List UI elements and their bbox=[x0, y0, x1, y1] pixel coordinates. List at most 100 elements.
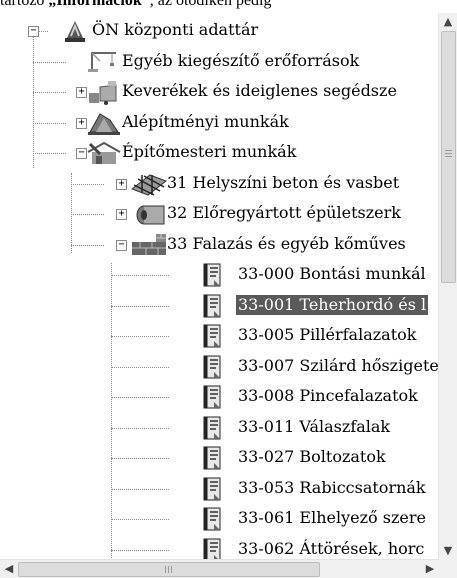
collapse-icon[interactable]: − bbox=[116, 239, 127, 251]
building-icon bbox=[86, 140, 122, 171]
chevron-up-icon: ▲ bbox=[443, 15, 453, 28]
tree-item[interactable]: 33-005 Pillérfalazatok bbox=[0, 321, 439, 351]
chevron-left-icon: ◀ bbox=[4, 562, 14, 575]
mixer-icon bbox=[86, 79, 120, 110]
document-icon bbox=[200, 262, 224, 293]
grip-line bbox=[445, 156, 452, 157]
doc-text-bold: „Információk” bbox=[48, 0, 150, 9]
scrollbar-corner bbox=[439, 560, 457, 578]
tree-item[interactable]: 33-061 Elhelyező szere bbox=[0, 504, 439, 534]
horizontal-scroll-thumb[interactable] bbox=[18, 562, 320, 577]
scroll-left-button[interactable]: ◀ bbox=[0, 560, 18, 578]
tree-item[interactable]: + Alépítményi munkák bbox=[0, 108, 439, 138]
tree-item[interactable]: − ÖN központi adattár bbox=[0, 16, 439, 46]
expand-icon[interactable]: + bbox=[116, 178, 127, 190]
tree-item[interactable]: Egyéb kiegészítő erőforrások bbox=[0, 47, 439, 77]
document-icon bbox=[200, 537, 224, 560]
tree-connector-line bbox=[71, 183, 104, 185]
tree-item[interactable]: 33-062 Áttörések, horc bbox=[0, 535, 439, 560]
collapse-icon[interactable]: − bbox=[28, 26, 39, 37]
vertical-scrollbar[interactable]: ▲ ▼ bbox=[438, 13, 457, 560]
document-icon bbox=[200, 445, 224, 476]
horizontal-scrollbar[interactable]: ◀ ▶ bbox=[0, 559, 439, 578]
tree-connector-line bbox=[33, 122, 66, 124]
grip-line bbox=[445, 153, 452, 154]
tree-item-label: 33-027 Boltozatok bbox=[238, 447, 386, 466]
tree-connector-line bbox=[111, 305, 169, 307]
doc-text-before: tartozó bbox=[0, 0, 49, 9]
scroll-up-button[interactable]: ▲ bbox=[439, 13, 457, 31]
tree-item-label: Alépítményi munkák bbox=[122, 111, 289, 131]
tree-connector-line bbox=[111, 519, 169, 520]
tree-connector-line bbox=[111, 397, 169, 398]
tree-connector-line bbox=[111, 366, 169, 368]
tree-item-label: 33 Falazás és egyéb kőműves bbox=[167, 233, 406, 253]
expand-icon[interactable]: + bbox=[116, 209, 127, 220]
tree-item[interactable]: 33-027 Boltozatok bbox=[0, 443, 439, 473]
tree-item-label: 33-053 Rabiccsatornák bbox=[238, 477, 426, 497]
grip-line bbox=[445, 150, 452, 151]
tree-item-label: 33-061 Elhelyező szere bbox=[238, 508, 426, 527]
tree-view[interactable]: − ÖN központi adattár Egyéb kiegészítő erő… bbox=[0, 13, 457, 578]
document-icon bbox=[200, 384, 224, 415]
tree-connector-line bbox=[111, 549, 169, 551]
tree-connector-line bbox=[33, 61, 66, 63]
document-icon bbox=[200, 476, 224, 507]
tree-item[interactable]: − Építőmesteri munkák bbox=[0, 138, 439, 168]
tree-item[interactable]: 33-001 Teherhordó és l bbox=[0, 291, 439, 321]
tree-connector-line bbox=[111, 488, 169, 490]
database-icon bbox=[62, 18, 88, 49]
tree-item-label: 33-062 Áttörések, horc bbox=[238, 538, 425, 558]
tree-connector-line bbox=[111, 427, 169, 429]
foundation-icon bbox=[86, 110, 122, 141]
scroll-right-button[interactable]: ▶ bbox=[421, 560, 439, 578]
tree-item[interactable]: + Keverékek és ideiglenes segédsze bbox=[0, 77, 439, 107]
tree-item[interactable]: 33-053 Rabiccsatornák bbox=[0, 474, 439, 504]
tree-content: − ÖN központi adattár Egyéb kiegészítő erő… bbox=[0, 13, 439, 560]
tree-item[interactable]: 33-007 Szilárd hőszigete bbox=[0, 352, 439, 382]
tree-item-label: ÖN központi adattár bbox=[92, 20, 259, 39]
tree-item-label: Keverékek és ideiglenes segédsze bbox=[122, 81, 397, 100]
document-icon bbox=[200, 354, 224, 385]
tree-item-label: 33-001 Teherhordó és l bbox=[236, 294, 429, 315]
tree-connector-line bbox=[111, 458, 169, 459]
precast-icon bbox=[130, 201, 168, 232]
chevron-down-icon: ▼ bbox=[443, 544, 453, 557]
tree-item[interactable]: +32 Előregyártott épületszerk bbox=[0, 199, 439, 229]
tree-item-label: Építőmesteri munkák bbox=[122, 142, 297, 161]
doc-text-after: , az ötödiken pedig bbox=[149, 0, 272, 9]
tree-item[interactable]: − 33 Falazás és egyéb kőműves bbox=[0, 230, 439, 260]
tree-connector-line bbox=[38, 31, 48, 32]
document-icon bbox=[200, 415, 224, 446]
tree-item[interactable]: 33-000 Bontási munkál bbox=[0, 260, 439, 290]
tree-item-label: 33-007 Szilárd hőszigete bbox=[238, 355, 439, 375]
tree-item-label: 33-011 Válaszfalak bbox=[238, 416, 391, 436]
tree-item-label: 33-008 Pincefalazatok bbox=[238, 386, 418, 405]
vertical-scroll-thumb[interactable] bbox=[441, 31, 456, 283]
tree-connector-line bbox=[33, 153, 66, 154]
tree-connector-line bbox=[71, 214, 104, 215]
grip-line bbox=[171, 566, 172, 573]
tree-connector-line bbox=[33, 92, 66, 93]
bricks-icon bbox=[130, 232, 168, 261]
scroll-down-button[interactable]: ▼ bbox=[439, 542, 457, 560]
tree-item-label: 33-000 Bontási munkál bbox=[238, 264, 426, 283]
document-icon bbox=[200, 323, 224, 354]
tree-item-label: 32 Előregyártott épületszerk bbox=[167, 203, 401, 222]
tree-item-label: 31 Helyszíni beton és vasbet bbox=[167, 172, 400, 192]
grip-line bbox=[168, 566, 169, 573]
rebar-icon bbox=[130, 171, 168, 202]
document-icon bbox=[200, 293, 224, 324]
crane-icon bbox=[86, 49, 120, 78]
tree-item-label: Egyéb kiegészítő erőforrások bbox=[122, 50, 360, 70]
tree-item[interactable]: 33-008 Pincefalazatok bbox=[0, 382, 439, 412]
tree-item[interactable]: 33-011 Válaszfalak bbox=[0, 413, 439, 443]
tree-item[interactable]: +31 Helyszíni beton és vasbet bbox=[0, 169, 439, 199]
tree-connector-line bbox=[111, 336, 169, 337]
tree-connector-line bbox=[71, 244, 104, 246]
chevron-right-icon: ▶ bbox=[425, 562, 435, 575]
tree-item-label: 33-005 Pillérfalazatok bbox=[238, 325, 417, 344]
tree-connector-line bbox=[111, 275, 169, 276]
document-text: tartozó „Információk”, az ötödiken pedig bbox=[0, 0, 457, 11]
document-icon bbox=[200, 506, 224, 537]
